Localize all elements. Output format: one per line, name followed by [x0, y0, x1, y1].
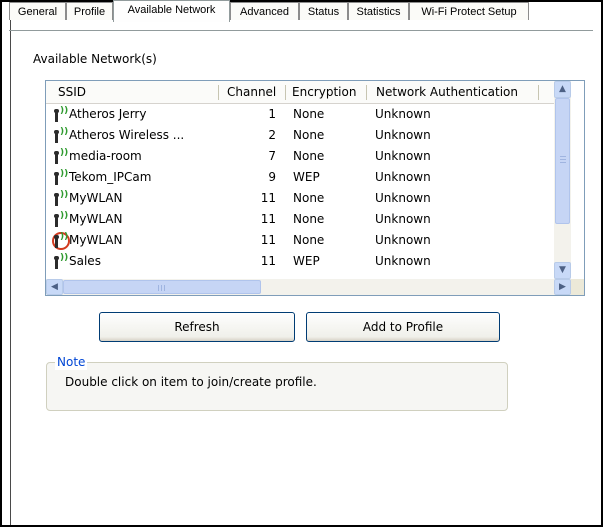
- grip-line: [161, 285, 162, 291]
- add-to-profile-button[interactable]: Add to Profile: [306, 312, 500, 342]
- cell-auth: Unknown: [375, 170, 431, 184]
- cell-channel: 11: [260, 233, 276, 247]
- antenna-mast: [55, 153, 58, 164]
- scroll-down-icon[interactable]: ▼: [554, 262, 571, 279]
- cell-auth: Unknown: [375, 107, 431, 121]
- cell-encryption: None: [293, 128, 325, 142]
- cell-channel: 1: [268, 107, 276, 121]
- cell-encryption: WEP: [293, 170, 320, 184]
- tab-general[interactable]: General: [9, 2, 66, 20]
- cell-ssid: Sales: [69, 254, 101, 268]
- horizontal-scrollbar[interactable]: ◀ ▶: [46, 279, 571, 295]
- antenna-mast: [55, 258, 58, 269]
- antenna-mast: [55, 195, 58, 206]
- tab-advanced[interactable]: Advanced: [230, 2, 299, 20]
- table-row[interactable]: )) Tekom_IPCam 9 WEP Unknown: [46, 167, 554, 188]
- cell-channel: 7: [268, 149, 276, 163]
- column-header-encryption[interactable]: Encryption: [292, 81, 356, 103]
- cell-ssid: Atheros Jerry: [69, 107, 147, 121]
- cell-encryption: None: [293, 191, 325, 205]
- table-row[interactable]: )) Sales 11 WEP Unknown: [46, 251, 554, 272]
- table-row[interactable]: )) MyWLAN 11 None Unknown: [46, 188, 554, 209]
- grip-line: [560, 159, 566, 160]
- signal-waves: )): [60, 148, 69, 158]
- tab-statistics[interactable]: Statistics: [348, 2, 409, 20]
- signal-waves: )): [60, 106, 69, 116]
- antenna-mast: [55, 111, 58, 122]
- cell-auth: Unknown: [375, 149, 431, 163]
- cell-encryption: WEP: [293, 254, 320, 268]
- column-header-channel[interactable]: Channel: [227, 81, 276, 103]
- signal-waves: )): [60, 232, 69, 242]
- scrollbar-corner: [571, 279, 584, 295]
- scroll-up-icon[interactable]: ▲: [554, 81, 571, 98]
- scroll-right-icon[interactable]: ▶: [554, 279, 571, 295]
- scroll-left-icon[interactable]: ◀: [46, 279, 63, 295]
- cell-ssid: media-room: [69, 149, 142, 163]
- column-separator[interactable]: [218, 85, 219, 100]
- table-row[interactable]: )) media-room 7 None Unknown: [46, 146, 554, 167]
- cell-auth: Unknown: [375, 128, 431, 142]
- grip-line: [560, 162, 566, 163]
- column-header-ssid[interactable]: SSID: [58, 81, 86, 103]
- note-group: Note Double click on item to join/create…: [46, 354, 508, 411]
- column-separator[interactable]: [285, 85, 286, 100]
- column-header-auth[interactable]: Network Authentication: [376, 81, 518, 103]
- signal-waves: )): [60, 169, 69, 179]
- antenna-mast: [55, 237, 58, 248]
- cell-channel: 11: [260, 254, 276, 268]
- tab-divider: [9, 30, 593, 31]
- cell-auth: Unknown: [375, 212, 431, 226]
- cell-encryption: None: [293, 233, 325, 247]
- table-row[interactable]: )) MyWLAN 11 None Unknown: [46, 230, 554, 251]
- cell-ssid: MyWLAN: [69, 233, 123, 247]
- antenna-mast: [55, 132, 58, 143]
- signal-waves: )): [60, 211, 69, 221]
- cell-ssid: MyWLAN: [69, 212, 123, 226]
- cell-ssid: MyWLAN: [69, 191, 123, 205]
- grip-line: [158, 285, 159, 291]
- cell-encryption: None: [293, 149, 325, 163]
- antenna-mast: [55, 216, 58, 227]
- cell-channel: 11: [260, 212, 276, 226]
- table-row[interactable]: )) Atheros Wireless ... 2 None Unknown: [46, 125, 554, 146]
- signal-waves: )): [60, 190, 69, 200]
- grip-line: [164, 285, 165, 291]
- grip-line: [560, 156, 566, 157]
- cell-ssid: Atheros Wireless ...: [69, 128, 185, 142]
- cell-channel: 2: [268, 128, 276, 142]
- signal-waves: )): [60, 253, 69, 263]
- section-title: Available Network(s): [33, 52, 157, 66]
- tab-wifi-protect-setup[interactable]: Wi-Fi Protect Setup: [409, 2, 529, 20]
- antenna-mast: [55, 174, 58, 185]
- cell-auth: Unknown: [375, 233, 431, 247]
- network-list[interactable]: SSID Channel Encryption Network Authenti…: [45, 80, 585, 296]
- note-title: Note: [55, 354, 88, 370]
- column-separator[interactable]: [538, 85, 539, 100]
- cell-auth: Unknown: [375, 191, 431, 205]
- cell-channel: 9: [268, 170, 276, 184]
- column-separator[interactable]: [366, 85, 367, 100]
- vertical-scroll-thumb[interactable]: [555, 98, 570, 224]
- cell-encryption: None: [293, 107, 325, 121]
- table-row[interactable]: )) MyWLAN 11 None Unknown: [46, 209, 554, 230]
- cell-channel: 11: [260, 191, 276, 205]
- vertical-scrollbar[interactable]: ▲ ▼: [554, 81, 571, 279]
- signal-waves: )): [60, 127, 69, 137]
- horizontal-scroll-thumb[interactable]: [63, 280, 261, 294]
- cell-ssid: Tekom_IPCam: [69, 170, 152, 184]
- table-row[interactable]: )) Atheros Jerry 1 None Unknown: [46, 104, 554, 125]
- tab-available-network[interactable]: Available Network: [113, 0, 230, 22]
- tab-status[interactable]: Status: [299, 2, 348, 20]
- cell-encryption: None: [293, 212, 325, 226]
- list-header: SSID Channel Encryption Network Authenti…: [46, 81, 554, 104]
- cell-auth: Unknown: [375, 254, 431, 268]
- tab-profile[interactable]: Profile: [66, 2, 113, 20]
- refresh-button[interactable]: Refresh: [99, 312, 295, 342]
- note-text: Double click on item to join/create prof…: [65, 375, 317, 389]
